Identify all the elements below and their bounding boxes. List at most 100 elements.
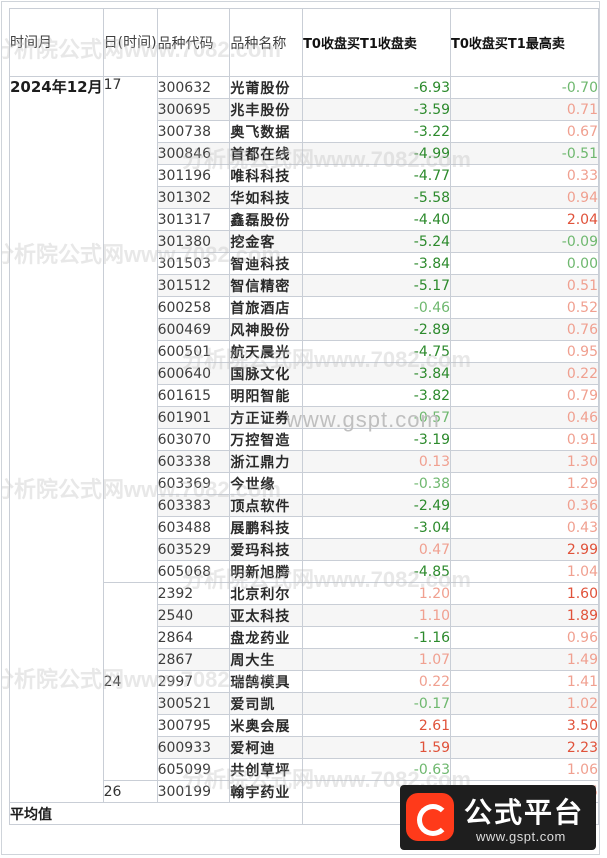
return-high-cell[interactable]: 0.91 bbox=[450, 428, 599, 451]
header-day[interactable]: 日(时间) bbox=[102, 8, 158, 77]
code-cell[interactable]: 600469 bbox=[156, 318, 231, 341]
code-cell[interactable]: 605099 bbox=[156, 758, 231, 781]
name-cell[interactable]: 航天晨光 bbox=[229, 340, 304, 363]
name-cell[interactable]: 北京利尔 bbox=[229, 582, 304, 605]
header-code[interactable]: 品种代码 bbox=[156, 8, 231, 77]
return-close-cell[interactable]: -4.40 bbox=[302, 208, 452, 231]
day-cell[interactable]: 24 bbox=[102, 582, 158, 781]
return-close-cell[interactable]: 1.07 bbox=[302, 648, 452, 671]
code-cell[interactable]: 605068 bbox=[156, 560, 231, 583]
code-cell[interactable]: 300199 bbox=[156, 780, 231, 803]
return-close-cell[interactable]: -5.24 bbox=[302, 230, 452, 253]
return-close-cell[interactable]: -4.99 bbox=[302, 142, 452, 165]
return-high-cell[interactable]: 1.04 bbox=[450, 560, 599, 583]
code-cell[interactable]: 300695 bbox=[156, 98, 231, 121]
return-high-cell[interactable]: 0.51 bbox=[450, 274, 599, 297]
code-cell[interactable]: 603488 bbox=[156, 516, 231, 539]
name-cell[interactable]: 首旅酒店 bbox=[229, 296, 304, 319]
code-cell[interactable]: 600933 bbox=[156, 736, 231, 759]
return-high-cell[interactable]: 0.52 bbox=[450, 296, 599, 319]
name-cell[interactable]: 盘龙药业 bbox=[229, 626, 304, 649]
return-high-cell[interactable]: 0.95 bbox=[450, 340, 599, 363]
code-cell[interactable]: 301380 bbox=[156, 230, 231, 253]
return-close-cell[interactable]: 2.61 bbox=[302, 714, 452, 737]
name-cell[interactable]: 国脉文化 bbox=[229, 362, 304, 385]
code-cell[interactable]: 601615 bbox=[156, 384, 231, 407]
average-label[interactable]: 平均值 bbox=[8, 802, 304, 825]
return-close-cell[interactable]: -0.38 bbox=[302, 472, 452, 495]
code-cell[interactable]: 603070 bbox=[156, 428, 231, 451]
return-high-cell[interactable]: 1.29 bbox=[450, 472, 599, 495]
return-close-cell[interactable]: -3.59 bbox=[302, 98, 452, 121]
return-close-cell[interactable]: -2.49 bbox=[302, 494, 452, 517]
return-high-cell[interactable]: 1.49 bbox=[450, 648, 599, 671]
return-close-cell[interactable]: -3.84 bbox=[302, 362, 452, 385]
header-time[interactable]: 时间月 bbox=[9, 8, 104, 77]
name-cell[interactable]: 奥飞数据 bbox=[229, 120, 304, 143]
code-cell[interactable]: 600258 bbox=[156, 296, 231, 319]
return-close-cell[interactable]: -3.04 bbox=[302, 516, 452, 539]
name-cell[interactable]: 华如科技 bbox=[229, 186, 304, 209]
return-close-cell[interactable]: 1.10 bbox=[302, 604, 452, 627]
day-cell[interactable]: 17 bbox=[102, 76, 158, 583]
name-cell[interactable]: 智信精密 bbox=[229, 274, 304, 297]
code-cell[interactable]: 300521 bbox=[156, 692, 231, 715]
name-cell[interactable]: 爱玛科技 bbox=[229, 538, 304, 561]
name-cell[interactable]: 明阳智能 bbox=[229, 384, 304, 407]
return-close-cell[interactable]: -1.16 bbox=[302, 626, 452, 649]
code-cell[interactable]: 603529 bbox=[156, 538, 231, 561]
return-close-cell[interactable]: -3.84 bbox=[302, 252, 452, 275]
name-cell[interactable]: 万控智造 bbox=[229, 428, 304, 451]
header-return-close[interactable]: T0收盘买T1收盘卖 bbox=[302, 8, 452, 77]
return-high-cell[interactable]: 0.76 bbox=[450, 318, 599, 341]
code-cell[interactable]: 2392 bbox=[156, 582, 231, 605]
code-cell[interactable]: 2997 bbox=[156, 670, 231, 693]
name-cell[interactable]: 风神股份 bbox=[229, 318, 304, 341]
return-high-cell[interactable]: 0.36 bbox=[450, 494, 599, 517]
return-close-cell[interactable]: -4.85 bbox=[302, 560, 452, 583]
return-high-cell[interactable]: 0.71 bbox=[450, 98, 599, 121]
name-cell[interactable]: 明新旭腾 bbox=[229, 560, 304, 583]
header-name[interactable]: 品种名称 bbox=[229, 8, 304, 77]
name-cell[interactable]: 顶点软件 bbox=[229, 494, 304, 517]
name-cell[interactable]: 智迪科技 bbox=[229, 252, 304, 275]
return-high-cell[interactable]: 1.30 bbox=[450, 450, 599, 473]
return-close-cell[interactable]: -6.93 bbox=[302, 76, 452, 99]
return-close-cell[interactable]: -3.19 bbox=[302, 428, 452, 451]
name-cell[interactable]: 方正证券 bbox=[229, 406, 304, 429]
name-cell[interactable]: 瑞鹄模具 bbox=[229, 670, 304, 693]
name-cell[interactable]: 鑫磊股份 bbox=[229, 208, 304, 231]
name-cell[interactable]: 今世缘 bbox=[229, 472, 304, 495]
return-close-cell[interactable]: -0.57 bbox=[302, 406, 452, 429]
return-close-cell[interactable]: -3.82 bbox=[302, 384, 452, 407]
name-cell[interactable]: 展鹏科技 bbox=[229, 516, 304, 539]
return-close-cell[interactable]: -4.77 bbox=[302, 164, 452, 187]
return-close-cell[interactable]: 0.47 bbox=[302, 538, 452, 561]
day-cell[interactable]: 26 bbox=[102, 780, 158, 803]
return-high-cell[interactable]: 0.79 bbox=[450, 384, 599, 407]
return-close-cell[interactable]: -3.22 bbox=[302, 120, 452, 143]
name-cell[interactable]: 亚太科技 bbox=[229, 604, 304, 627]
code-cell[interactable]: 603383 bbox=[156, 494, 231, 517]
return-close-cell[interactable]: 0.13 bbox=[302, 450, 452, 473]
name-cell[interactable]: 米奥会展 bbox=[229, 714, 304, 737]
return-close-cell[interactable]: -5.17 bbox=[302, 274, 452, 297]
code-cell[interactable]: 603338 bbox=[156, 450, 231, 473]
name-cell[interactable]: 共创草坪 bbox=[229, 758, 304, 781]
return-high-cell[interactable]: -0.70 bbox=[450, 76, 599, 99]
code-cell[interactable]: 301317 bbox=[156, 208, 231, 231]
name-cell[interactable]: 首都在线 bbox=[229, 142, 304, 165]
return-high-cell[interactable]: 0.22 bbox=[450, 362, 599, 385]
return-high-cell[interactable]: 0.46 bbox=[450, 406, 599, 429]
return-high-cell[interactable]: 1.41 bbox=[450, 670, 599, 693]
return-close-cell[interactable]: -5.58 bbox=[302, 186, 452, 209]
name-cell[interactable]: 挖金客 bbox=[229, 230, 304, 253]
return-high-cell[interactable]: 3.50 bbox=[450, 714, 599, 737]
return-high-cell[interactable]: -0.09 bbox=[450, 230, 599, 253]
return-high-cell[interactable]: 2.23 bbox=[450, 736, 599, 759]
return-close-cell[interactable]: 1.20 bbox=[302, 582, 452, 605]
return-high-cell[interactable]: 1.06 bbox=[450, 758, 599, 781]
code-cell[interactable]: 301512 bbox=[156, 274, 231, 297]
return-high-cell[interactable]: -0.51 bbox=[450, 142, 599, 165]
code-cell[interactable]: 601901 bbox=[156, 406, 231, 429]
